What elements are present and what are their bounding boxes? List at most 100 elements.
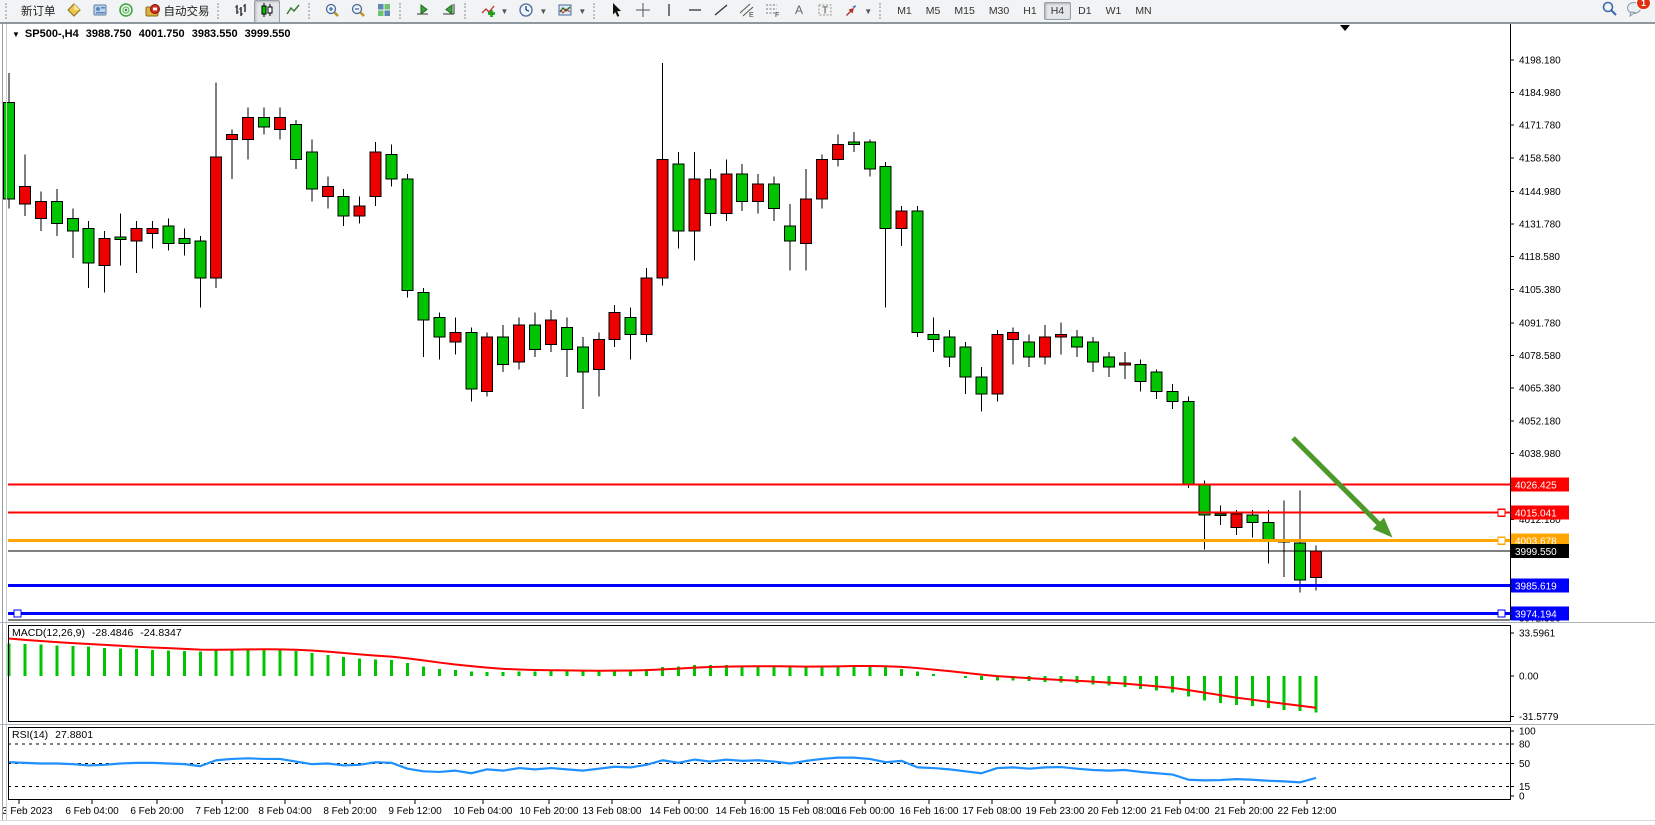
candle (785, 226, 796, 241)
candle (386, 154, 397, 179)
candle (689, 179, 700, 231)
line-handle[interactable] (1498, 509, 1505, 516)
price-tick-label: 4105.380 (1519, 285, 1561, 296)
candle (753, 184, 764, 201)
time-axis-label: 22 Feb 12:00 (1278, 806, 1337, 817)
time-axis-label: 17 Feb 08:00 (963, 806, 1022, 817)
time-axis-label: 21 Feb 20:00 (1215, 806, 1274, 817)
time-axis-label: 3 Feb 2023 (2, 806, 53, 817)
candle (880, 167, 891, 229)
candle (418, 293, 429, 320)
candle (402, 179, 413, 290)
time-axis-label: 14 Feb 16:00 (716, 806, 775, 817)
candle (179, 238, 190, 243)
chart-canvas[interactable]: 4198.180 4184.980 4171.780 4158.580 4144.980… (0, 0, 1655, 825)
candle (1263, 523, 1274, 541)
rsi-value: 27.8801 (55, 729, 93, 741)
macd-main-value: -28.4846 (92, 627, 133, 639)
price-tick-label: 4144.980 (1519, 187, 1561, 198)
candle (115, 237, 126, 239)
ohlc-high: 4001.750 (139, 28, 185, 40)
time-axis-label: 14 Feb 00:00 (650, 806, 709, 817)
candle (498, 337, 509, 364)
candle (801, 199, 812, 243)
time-axis-label: 16 Feb 00:00 (836, 806, 895, 817)
candle (1215, 514, 1226, 516)
candle (673, 164, 684, 231)
macd-signal-value: -24.8347 (140, 627, 181, 639)
chart-shift-marker[interactable] (1340, 25, 1350, 31)
rsi-line (9, 758, 1316, 783)
collapse-triangle-icon[interactable]: ▼ (12, 30, 20, 39)
price-tick-label: 4065.380 (1519, 384, 1561, 395)
rsi-axis-label: 80 (1519, 740, 1531, 751)
macd-axis-label: 33.5961 (1519, 628, 1556, 639)
candle (51, 201, 62, 223)
candle (243, 117, 254, 139)
price-tick-label: 4198.180 (1519, 56, 1561, 67)
candle (147, 228, 158, 233)
candle (306, 152, 317, 189)
candle (466, 332, 477, 389)
candle (4, 102, 15, 198)
time-axis-label: 16 Feb 16:00 (900, 806, 959, 817)
candle (1024, 342, 1035, 357)
time-axis-label: 6 Feb 20:00 (130, 806, 184, 817)
candle (848, 142, 859, 144)
candle (1199, 484, 1210, 515)
ohlc-low: 3983.550 (192, 28, 238, 40)
price-tick-label: 4052.180 (1519, 416, 1561, 427)
candle (561, 327, 572, 349)
macd-label: MACD(12,26,9) -28.4846 -24.8347 (12, 627, 186, 639)
candle (1231, 514, 1242, 527)
candle (1103, 357, 1114, 367)
ohlc-close: 3999.550 (245, 28, 291, 40)
candle (1008, 332, 1019, 339)
candle (530, 325, 541, 350)
price-tick-label: 4158.580 (1519, 153, 1561, 164)
candle (1056, 335, 1067, 337)
macd-axis-label: 0.00 (1519, 672, 1539, 683)
candle (211, 157, 222, 278)
price-line-badge-label: 4015.041 (1515, 509, 1557, 520)
price-tick-label: 4184.980 (1519, 88, 1561, 99)
candle (227, 135, 238, 140)
candle (896, 211, 907, 228)
rsi-label: RSI(14) 27.8801 (12, 729, 97, 741)
time-axis-label: 19 Feb 23:00 (1026, 806, 1085, 817)
candle (163, 226, 174, 243)
candle (99, 238, 110, 265)
candle (514, 325, 525, 362)
line-handle[interactable] (1498, 610, 1505, 617)
candle (928, 335, 939, 340)
rsi-axis-label: 50 (1519, 759, 1531, 770)
ohlc-open: 3988.750 (86, 28, 132, 40)
price-line-badge-label: 3999.550 (1515, 547, 1557, 558)
chart-header: ▼SP500-,H4 3988.750 4001.750 3983.550 39… (12, 28, 295, 40)
time-axis-label: 8 Feb 04:00 (258, 806, 312, 817)
price-tick-label: 4091.780 (1519, 318, 1561, 329)
candle (912, 211, 923, 332)
price-tick-label: 4171.780 (1519, 121, 1561, 132)
candle (609, 313, 620, 340)
time-axis-label: 10 Feb 04:00 (454, 806, 513, 817)
candle (816, 159, 827, 199)
candle (769, 184, 780, 209)
line-handle[interactable] (14, 610, 21, 617)
candle (705, 179, 716, 214)
time-axis-label: 6 Feb 04:00 (65, 806, 119, 817)
rsi-name: RSI(14) (12, 729, 48, 741)
macd-name: MACD(12,26,9) (12, 627, 85, 639)
candle (1167, 392, 1178, 402)
candle (19, 186, 30, 203)
candle (1151, 372, 1162, 392)
candle (1119, 363, 1130, 365)
candle (992, 335, 1003, 394)
time-axis-label: 21 Feb 04:00 (1151, 806, 1210, 817)
candle (1040, 337, 1051, 357)
line-handle[interactable] (1498, 537, 1505, 544)
price-tick-label: 4038.980 (1519, 449, 1561, 460)
time-axis-label: 8 Feb 20:00 (323, 806, 377, 817)
candle (322, 186, 333, 196)
candle (1311, 551, 1322, 578)
